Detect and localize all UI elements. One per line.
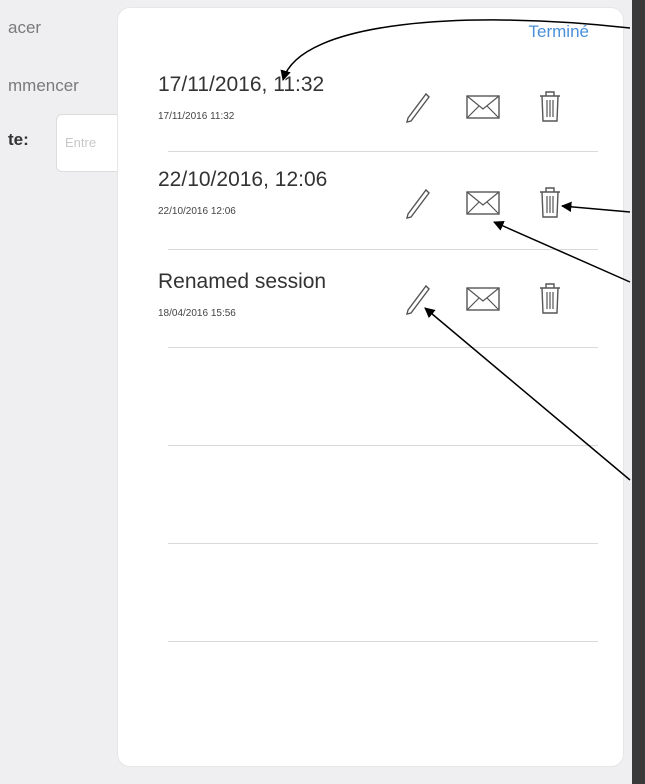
window-edge xyxy=(632,0,645,784)
background-label-commencer: mmencer xyxy=(8,76,79,95)
envelope-icon[interactable] xyxy=(466,94,500,120)
session-row[interactable]: Renamed session 18/04/2016 15:56 xyxy=(158,270,598,340)
session-date: 22/10/2016 12:06 xyxy=(158,206,236,217)
pencil-icon[interactable] xyxy=(402,88,432,124)
row-separator xyxy=(168,445,598,446)
session-title: 17/11/2016, 11:32 xyxy=(158,73,325,96)
envelope-icon[interactable] xyxy=(466,286,500,312)
pencil-icon[interactable] xyxy=(402,280,432,316)
background-label-acer: acer xyxy=(8,18,42,37)
pencil-icon[interactable] xyxy=(402,184,432,220)
trash-icon[interactable] xyxy=(538,280,562,316)
background-field-placeholder: Entre xyxy=(65,135,97,150)
session-row[interactable]: 17/11/2016, 11:32 17/11/2016 11:32 xyxy=(158,73,598,143)
session-date: 17/11/2016 11:32 xyxy=(158,111,235,122)
session-title: Renamed session xyxy=(158,270,327,293)
trash-icon[interactable] xyxy=(538,88,562,124)
row-separator xyxy=(168,641,598,642)
session-title: 22/10/2016, 12:06 xyxy=(158,168,328,191)
row-separator xyxy=(168,249,598,250)
session-row[interactable]: 22/10/2016, 12:06 22/10/2016 12:06 xyxy=(158,168,598,238)
row-separator xyxy=(168,347,598,348)
background-label-te: te: xyxy=(8,130,29,149)
envelope-icon[interactable] xyxy=(466,190,500,216)
row-separator xyxy=(168,151,598,152)
session-date: 18/04/2016 15:56 xyxy=(158,308,236,319)
done-button[interactable]: Terminé xyxy=(529,22,589,42)
trash-icon[interactable] xyxy=(538,184,562,220)
row-separator xyxy=(168,543,598,544)
sessions-popover: Terminé 17/11/2016, 11:32 17/11/2016 11:… xyxy=(118,8,623,766)
